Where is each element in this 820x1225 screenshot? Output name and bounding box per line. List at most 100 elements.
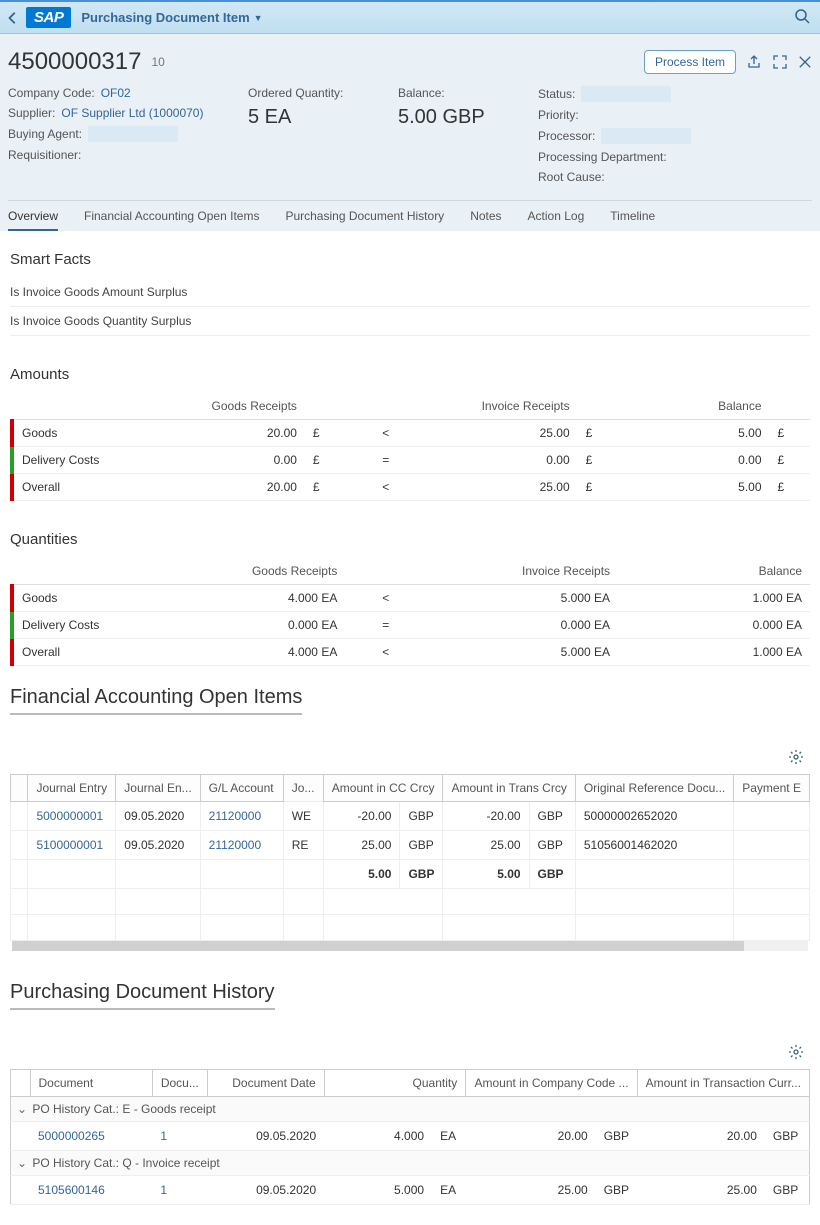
col-invoice-receipts: Invoice Receipts [426, 393, 578, 420]
col-doc-date[interactable]: Document Date [207, 1070, 324, 1097]
company-code-label: Company Code: [8, 86, 95, 100]
col-amount-trans[interactable]: Amount in Trans Crcy [443, 775, 575, 802]
tab-overview[interactable]: Overview [8, 209, 58, 231]
share-icon[interactable] [746, 54, 762, 70]
fai-settings-icon[interactable] [788, 749, 804, 768]
document-link[interactable]: 5000000265 [30, 1122, 152, 1151]
table-row: 5000000265109.05.20204.000EA20.00GBP20.0… [11, 1122, 810, 1151]
priority-label: Priority: [538, 108, 579, 122]
col-goods-receipts: Goods Receipts [153, 393, 305, 420]
balance-value: 5.00 GBP [398, 106, 508, 129]
requisitioner-label: Requisitioner: [8, 148, 81, 162]
col-gl-account[interactable]: G/L Account [200, 775, 283, 802]
dropdown-icon: ▼ [254, 13, 263, 23]
table-row: Overall4.000 EA<5.000 EA1.000 EA [12, 639, 810, 666]
pdh-settings-icon[interactable] [788, 1044, 804, 1063]
table-row: Delivery Costs0.000 EA=0.000 EA0.000 EA [12, 612, 810, 639]
fai-sum-tr: 5.00 [443, 860, 529, 889]
fullscreen-icon[interactable] [772, 54, 788, 70]
quantities-table: Goods Receipts Invoice Receipts Balance … [10, 558, 810, 666]
shell-title-text: Purchasing Document Item [81, 10, 249, 25]
document-item-link[interactable]: 1 [152, 1122, 207, 1151]
table-row: 5105600146109.05.20205.000EA25.00GBP25.0… [11, 1176, 810, 1205]
ordered-qty-value: 5 EA [248, 106, 368, 129]
pdh-table: Document Docu... Document Date Quantity … [10, 1069, 810, 1205]
gl-account-link[interactable]: 21120000 [200, 831, 283, 860]
buying-agent-value [88, 126, 178, 142]
company-code-link[interactable]: OF02 [101, 86, 131, 100]
document-link[interactable]: 5105600146 [30, 1176, 152, 1205]
horizontal-scrollbar[interactable] [12, 941, 808, 951]
table-row: Goods20.00£<25.00£5.00£ [12, 420, 810, 447]
col-doc-item[interactable]: Docu... [152, 1070, 207, 1097]
status-label: Status: [538, 87, 575, 101]
col-entry-type[interactable]: Jo... [283, 775, 323, 802]
supplier-link[interactable]: OF Supplier Ltd (1000070) [61, 106, 203, 120]
document-item-link[interactable]: 1 [152, 1176, 207, 1205]
fai-sum-ccu: GBP [400, 860, 443, 889]
amounts-title: Amounts [10, 366, 810, 383]
buying-agent-label: Buying Agent: [8, 127, 82, 141]
smart-fact-item: Is Invoice Goods Quantity Surplus [10, 307, 810, 336]
col-amount-cc[interactable]: Amount in CC Crcy [323, 775, 443, 802]
table-row: Goods4.000 EA<5.000 EA1.000 EA [12, 585, 810, 612]
col-orig-ref[interactable]: Original Reference Docu... [575, 775, 733, 802]
col-document[interactable]: Document [30, 1070, 152, 1097]
fai-table: Journal Entry Journal En... G/L Account … [10, 774, 810, 941]
root-cause-label: Root Cause: [538, 170, 605, 184]
col-goods-receipts: Goods Receipts [153, 558, 345, 585]
group-header[interactable]: ⌄ PO History Cat.: E - Goods receipt [11, 1097, 810, 1122]
group-header[interactable]: ⌄ PO History Cat.: Q - Invoice receipt [11, 1151, 810, 1176]
tab-fai[interactable]: Financial Accounting Open Items [84, 209, 259, 231]
col-amt-tc[interactable]: Amount in Transaction Curr... [637, 1070, 809, 1097]
close-icon[interactable] [798, 55, 812, 69]
pdh-title: Purchasing Document History [10, 981, 275, 1010]
back-button[interactable] [6, 11, 26, 25]
search-button[interactable] [790, 4, 814, 31]
journal-entry-link[interactable]: 5100000001 [28, 831, 116, 860]
fai-title: Financial Accounting Open Items [10, 686, 302, 715]
col-journal-date[interactable]: Journal En... [116, 775, 200, 802]
balance-label: Balance: [398, 86, 508, 100]
col-invoice-receipts: Invoice Receipts [426, 558, 618, 585]
processor-value [601, 128, 691, 144]
amounts-table: Goods Receipts Invoice Receipts Balance … [10, 393, 810, 501]
dept-label: Processing Department: [538, 150, 667, 164]
table-row: Overall20.00£<25.00£5.00£ [12, 474, 810, 501]
item-number: 10 [151, 55, 164, 69]
header-details: Company Code: OF02 Supplier: OF Supplier… [8, 82, 812, 200]
page-title: 4500000317 [8, 48, 141, 76]
processor-label: Processor: [538, 129, 595, 143]
object-header: 4500000317 10 Process Item [8, 34, 812, 82]
col-balance: Balance [618, 558, 810, 585]
header-actions: Process Item [644, 50, 812, 74]
col-balance: Balance [618, 393, 770, 420]
col-amt-cc[interactable]: Amount in Company Code ... [466, 1070, 637, 1097]
process-item-button[interactable]: Process Item [644, 50, 736, 74]
fai-sum-tru: GBP [529, 860, 575, 889]
supplier-label: Supplier: [8, 106, 55, 120]
col-journal-entry[interactable]: Journal Entry [28, 775, 116, 802]
chevron-down-icon: ⌄ [17, 1102, 29, 1116]
table-row: 500000000109.05.202021120000WE-20.00GBP-… [11, 802, 810, 831]
gl-account-link[interactable]: 21120000 [200, 802, 283, 831]
table-row: 510000000109.05.202021120000RE25.00GBP25… [11, 831, 810, 860]
journal-entry-link[interactable]: 5000000001 [28, 802, 116, 831]
smart-facts-title: Smart Facts [10, 251, 810, 268]
status-value [581, 86, 671, 102]
chevron-down-icon: ⌄ [17, 1156, 29, 1170]
tab-action-log[interactable]: Action Log [528, 209, 585, 231]
col-qty[interactable]: Quantity [324, 1070, 466, 1097]
ordered-qty-label: Ordered Quantity: [248, 86, 368, 100]
fai-sum-cc: 5.00 [323, 860, 400, 889]
tab-timeline[interactable]: Timeline [610, 209, 655, 231]
tab-pdh[interactable]: Purchasing Document History [285, 209, 444, 231]
quantities-title: Quantities [10, 531, 810, 548]
tab-notes[interactable]: Notes [470, 209, 501, 231]
table-row: Delivery Costs0.00£=0.00£0.00£ [12, 447, 810, 474]
shell-title-dropdown[interactable]: Purchasing Document Item ▼ [81, 10, 262, 25]
smart-fact-item: Is Invoice Goods Amount Surplus [10, 278, 810, 307]
col-payment[interactable]: Payment E [734, 775, 810, 802]
shell-header: SAP Purchasing Document Item ▼ [0, 0, 820, 34]
tab-bar: Overview Financial Accounting Open Items… [8, 200, 812, 231]
